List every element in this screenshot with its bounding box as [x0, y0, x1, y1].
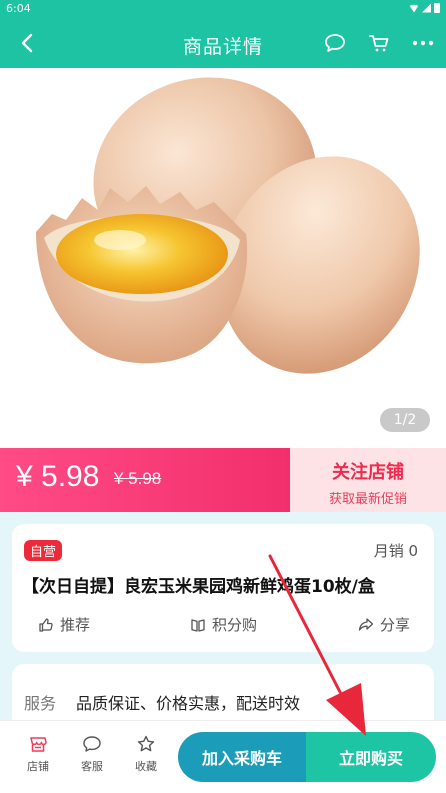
monthly-sales: 月销 0 — [373, 542, 418, 560]
price-bar: ¥ 5.98 ¥ 5.98 关注店铺 获取最新促销 — [0, 448, 446, 512]
product-title: 【次日自提】良宏玉米果园鸡新鲜鸡蛋10枚/盒 — [22, 577, 375, 597]
favorite-button[interactable]: 收藏 — [124, 733, 168, 774]
add-to-cart-button[interactable]: 加入采购车 — [178, 732, 306, 782]
points-purchase-label: 积分购 — [212, 616, 258, 634]
store-icon — [30, 737, 47, 752]
favorite-label: 收藏 — [135, 760, 157, 773]
app-bar-actions — [322, 30, 436, 56]
customer-service-label: 客服 — [81, 760, 103, 773]
status-bar: 6:04 — [0, 0, 446, 18]
current-price: ¥ 5.98 — [16, 460, 100, 493]
points-purchase-button[interactable]: 积分购 — [190, 614, 257, 635]
price-section: ¥ 5.98 ¥ 5.98 — [0, 448, 290, 512]
status-icons — [409, 3, 440, 13]
status-time: 6:04 — [6, 2, 31, 15]
cart-icon[interactable] — [366, 30, 392, 56]
app-bar: 商品详情 — [0, 18, 446, 68]
image-page-indicator: 1/2 — [380, 408, 430, 432]
more-icon[interactable] — [410, 30, 436, 56]
share-button[interactable]: 分享 — [358, 614, 410, 635]
store-label: 店铺 — [27, 760, 49, 773]
share-label: 分享 — [380, 616, 411, 634]
customer-service-button[interactable]: 客服 — [70, 733, 114, 774]
store-button[interactable]: 店铺 — [16, 733, 60, 774]
thumbs-up-icon — [39, 617, 53, 632]
chat-icon — [83, 736, 101, 752]
recommend-button[interactable]: 推荐 — [38, 614, 90, 635]
product-info-card: 自营 月销 0 【次日自提】良宏玉米果园鸡新鲜鸡蛋10枚/盒 推荐 积分购 分享 — [12, 524, 434, 652]
follow-store-subtitle: 获取最新促销 — [328, 492, 407, 507]
signal-icon — [422, 3, 431, 13]
bottom-action-bar: 店铺 客服 收藏 加入采购车 立即购买 — [0, 720, 446, 793]
chat-bubble-icon[interactable] — [322, 30, 348, 56]
follow-store-title: 关注店铺 — [332, 462, 404, 483]
battery-icon — [434, 3, 440, 13]
recommend-label: 推荐 — [60, 616, 91, 634]
buy-now-button[interactable]: 立即购买 — [306, 732, 436, 782]
cta-group: 加入采购车 立即购买 — [178, 732, 436, 782]
follow-store-button[interactable]: 关注店铺 获取最新促销 — [290, 448, 446, 512]
wifi-icon — [409, 4, 419, 13]
service-label: 服务 — [24, 694, 57, 713]
product-actions-row: 推荐 积分购 分享 — [12, 610, 434, 640]
original-price: ¥ 5.98 — [114, 469, 162, 488]
star-icon — [137, 735, 155, 752]
share-icon — [358, 617, 374, 631]
self-operated-badge: 自营 — [24, 540, 63, 561]
service-text: 品质保证、价格实惠，配送时效 — [76, 694, 301, 713]
book-icon — [191, 618, 205, 632]
product-image-gallery[interactable]: 1/2 — [0, 68, 446, 448]
egg-product-image — [36, 77, 420, 374]
